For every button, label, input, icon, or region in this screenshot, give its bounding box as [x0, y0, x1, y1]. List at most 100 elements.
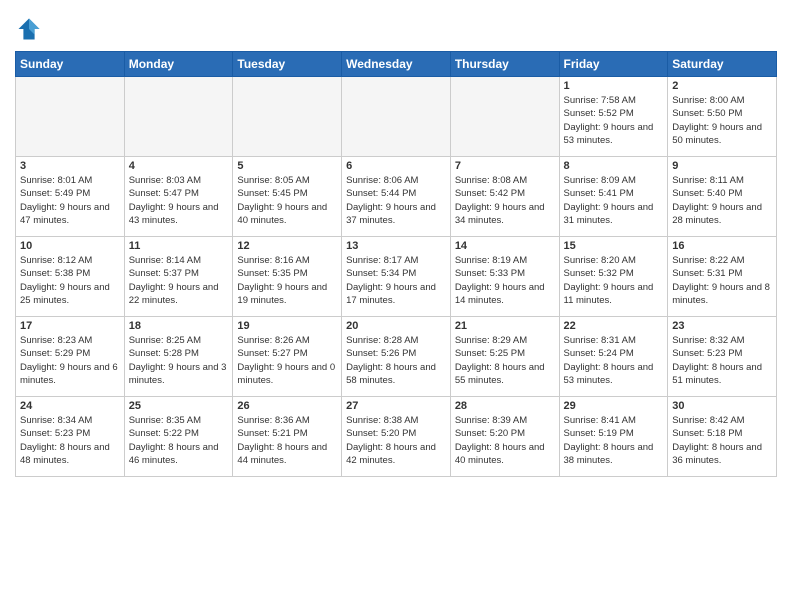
day-info: Sunrise: 8:16 AM Sunset: 5:35 PM Dayligh…: [237, 254, 337, 307]
day-number: 19: [237, 320, 337, 332]
day-info: Sunrise: 8:20 AM Sunset: 5:32 PM Dayligh…: [564, 254, 664, 307]
day-number: 28: [455, 400, 555, 412]
day-number: 24: [20, 400, 120, 412]
day-number: 11: [129, 240, 229, 252]
calendar-cell: 29 Sunrise: 8:41 AM Sunset: 5:19 PM Dayli…: [559, 397, 668, 477]
calendar-cell: 1 Sunrise: 7:58 AM Sunset: 5:52 PM Daylig…: [559, 77, 668, 157]
calendar-cell: 19 Sunrise: 8:26 AM Sunset: 5:27 PM Dayli…: [233, 317, 342, 397]
day-header-thursday: Thursday: [450, 52, 559, 77]
day-info: Sunrise: 8:14 AM Sunset: 5:37 PM Dayligh…: [129, 254, 229, 307]
calendar-cell: 12Sunrise: 8:16 AM Sunset: 5:35 PM Dayli…: [233, 237, 342, 317]
calendar-cell: 27Sunrise: 8:38 AM Sunset: 5:20 PM Dayli…: [342, 397, 451, 477]
day-info: Sunrise: 8:22 AM Sunset: 5:31 PM Dayligh…: [672, 254, 772, 307]
day-info: Sunrise: 8:05 AM Sunset: 5:45 PM Dayligh…: [237, 174, 337, 227]
day-info: Sunrise: 8:06 AM Sunset: 5:44 PM Dayligh…: [346, 174, 446, 227]
day-number: 30: [672, 400, 772, 412]
calendar-cell: [124, 77, 233, 157]
day-info: Sunrise: 8:32 AM Sunset: 5:23 PM Dayligh…: [672, 334, 772, 387]
calendar-cell: 2 Sunrise: 8:00 AM Sunset: 5:50 PM Daylig…: [668, 77, 777, 157]
day-number: 7: [455, 160, 555, 172]
calendar-cell: [16, 77, 125, 157]
day-header-tuesday: Tuesday: [233, 52, 342, 77]
calendar-cell: 16 Sunrise: 8:22 AM Sunset: 5:31 PM Dayli…: [668, 237, 777, 317]
day-number: 9: [672, 160, 772, 172]
day-info: Sunrise: 8:25 AM Sunset: 5:28 PM Dayligh…: [129, 334, 229, 387]
day-header-wednesday: Wednesday: [342, 52, 451, 77]
day-info: Sunrise: 8:39 AM Sunset: 5:20 PM Dayligh…: [455, 414, 555, 467]
day-info: Sunrise: 8:03 AM Sunset: 5:47 PM Dayligh…: [129, 174, 229, 227]
day-header-monday: Monday: [124, 52, 233, 77]
day-number: 29: [564, 400, 664, 412]
calendar-cell: 30 Sunrise: 8:42 AM Sunset: 5:18 PM Dayli…: [668, 397, 777, 477]
day-info: Sunrise: 8:36 AM Sunset: 5:21 PM Dayligh…: [237, 414, 337, 467]
calendar-week-3: 10 Sunrise: 8:12 AM Sunset: 5:38 PM Dayli…: [16, 237, 777, 317]
day-number: 15: [564, 240, 664, 252]
day-info: Sunrise: 8:41 AM Sunset: 5:19 PM Dayligh…: [564, 414, 664, 467]
calendar-week-1: 1 Sunrise: 7:58 AM Sunset: 5:52 PM Daylig…: [16, 77, 777, 157]
day-number: 18: [129, 320, 229, 332]
day-info: Sunrise: 8:17 AM Sunset: 5:34 PM Dayligh…: [346, 254, 446, 307]
day-info: Sunrise: 7:58 AM Sunset: 5:52 PM Dayligh…: [564, 94, 664, 147]
day-number: 14: [455, 240, 555, 252]
day-info: Sunrise: 8:28 AM Sunset: 5:26 PM Dayligh…: [346, 334, 446, 387]
day-info: Sunrise: 8:01 AM Sunset: 5:49 PM Dayligh…: [20, 174, 120, 227]
calendar-cell: [450, 77, 559, 157]
calendar-cell: 10 Sunrise: 8:12 AM Sunset: 5:38 PM Dayli…: [16, 237, 125, 317]
day-info: Sunrise: 8:00 AM Sunset: 5:50 PM Dayligh…: [672, 94, 772, 147]
calendar-cell: 18 Sunrise: 8:25 AM Sunset: 5:28 PM Dayli…: [124, 317, 233, 397]
day-info: Sunrise: 8:29 AM Sunset: 5:25 PM Dayligh…: [455, 334, 555, 387]
day-number: 26: [237, 400, 337, 412]
day-number: 22: [564, 320, 664, 332]
day-header-sunday: Sunday: [16, 52, 125, 77]
day-header-saturday: Saturday: [668, 52, 777, 77]
day-number: 16: [672, 240, 772, 252]
calendar-cell: 23Sunrise: 8:32 AM Sunset: 5:23 PM Dayli…: [668, 317, 777, 397]
calendar-week-2: 3 Sunrise: 8:01 AM Sunset: 5:49 PM Daylig…: [16, 157, 777, 237]
calendar-cell: 22 Sunrise: 8:31 AM Sunset: 5:24 PM Dayli…: [559, 317, 668, 397]
calendar-cell: 25Sunrise: 8:35 AM Sunset: 5:22 PM Dayli…: [124, 397, 233, 477]
calendar-cell: 5 Sunrise: 8:05 AM Sunset: 5:45 PM Daylig…: [233, 157, 342, 237]
calendar-header-row: SundayMondayTuesdayWednesdayThursdayFrid…: [16, 52, 777, 77]
day-number: 5: [237, 160, 337, 172]
calendar-cell: 7 Sunrise: 8:08 AM Sunset: 5:42 PM Daylig…: [450, 157, 559, 237]
day-number: 3: [20, 160, 120, 172]
calendar-cell: 26 Sunrise: 8:36 AM Sunset: 5:21 PM Dayli…: [233, 397, 342, 477]
day-number: 8: [564, 160, 664, 172]
day-number: 17: [20, 320, 120, 332]
day-info: Sunrise: 8:08 AM Sunset: 5:42 PM Dayligh…: [455, 174, 555, 227]
calendar-cell: 13 Sunrise: 8:17 AM Sunset: 5:34 PM Dayli…: [342, 237, 451, 317]
logo: [15, 15, 45, 43]
page-container: SundayMondayTuesdayWednesdayThursdayFrid…: [0, 0, 792, 487]
calendar-cell: 24 Sunrise: 8:34 AM Sunset: 5:23 PM Dayli…: [16, 397, 125, 477]
day-info: Sunrise: 8:31 AM Sunset: 5:24 PM Dayligh…: [564, 334, 664, 387]
day-info: Sunrise: 8:12 AM Sunset: 5:38 PM Dayligh…: [20, 254, 120, 307]
calendar-cell: 17 Sunrise: 8:23 AM Sunset: 5:29 PM Dayli…: [16, 317, 125, 397]
logo-icon: [15, 15, 43, 43]
day-info: Sunrise: 8:26 AM Sunset: 5:27 PM Dayligh…: [237, 334, 337, 387]
day-number: 10: [20, 240, 120, 252]
calendar-cell: 11 Sunrise: 8:14 AM Sunset: 5:37 PM Dayli…: [124, 237, 233, 317]
day-info: Sunrise: 8:34 AM Sunset: 5:23 PM Dayligh…: [20, 414, 120, 467]
calendar: SundayMondayTuesdayWednesdayThursdayFrid…: [15, 51, 777, 477]
day-info: Sunrise: 8:23 AM Sunset: 5:29 PM Dayligh…: [20, 334, 120, 387]
calendar-cell: 20Sunrise: 8:28 AM Sunset: 5:26 PM Dayli…: [342, 317, 451, 397]
calendar-cell: 9Sunrise: 8:11 AM Sunset: 5:40 PM Daylig…: [668, 157, 777, 237]
day-info: Sunrise: 8:42 AM Sunset: 5:18 PM Dayligh…: [672, 414, 772, 467]
calendar-cell: 3 Sunrise: 8:01 AM Sunset: 5:49 PM Daylig…: [16, 157, 125, 237]
calendar-cell: 4 Sunrise: 8:03 AM Sunset: 5:47 PM Daylig…: [124, 157, 233, 237]
calendar-week-4: 17 Sunrise: 8:23 AM Sunset: 5:29 PM Dayli…: [16, 317, 777, 397]
calendar-cell: [342, 77, 451, 157]
calendar-cell: 6 Sunrise: 8:06 AM Sunset: 5:44 PM Daylig…: [342, 157, 451, 237]
day-number: 2: [672, 80, 772, 92]
day-number: 25: [129, 400, 229, 412]
calendar-cell: 14Sunrise: 8:19 AM Sunset: 5:33 PM Dayli…: [450, 237, 559, 317]
day-info: Sunrise: 8:38 AM Sunset: 5:20 PM Dayligh…: [346, 414, 446, 467]
day-header-friday: Friday: [559, 52, 668, 77]
day-number: 6: [346, 160, 446, 172]
day-number: 1: [564, 80, 664, 92]
calendar-cell: 15 Sunrise: 8:20 AM Sunset: 5:32 PM Dayli…: [559, 237, 668, 317]
day-number: 13: [346, 240, 446, 252]
day-number: 4: [129, 160, 229, 172]
calendar-cell: 8Sunrise: 8:09 AM Sunset: 5:41 PM Daylig…: [559, 157, 668, 237]
calendar-week-5: 24 Sunrise: 8:34 AM Sunset: 5:23 PM Dayli…: [16, 397, 777, 477]
